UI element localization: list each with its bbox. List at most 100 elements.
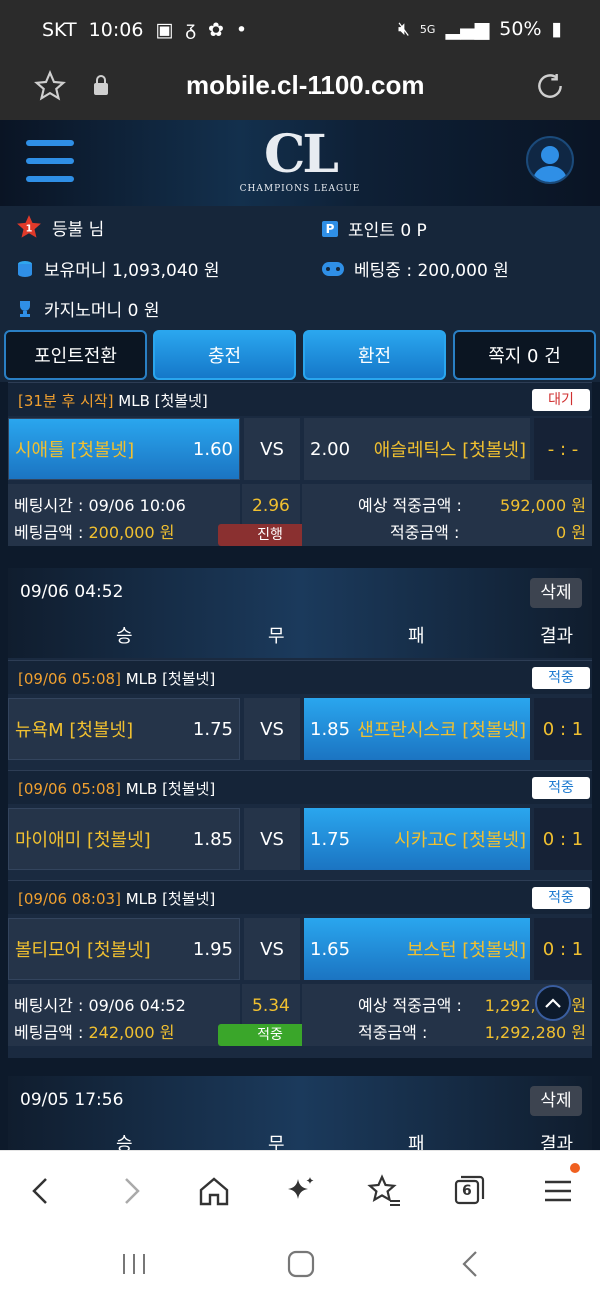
match-result: - : -	[534, 418, 592, 480]
money-balance: 보유머니 1,093,040 원	[44, 261, 220, 281]
logo-main: CL	[264, 124, 339, 185]
bet-amount-label: 베팅금액 :	[14, 523, 89, 542]
home-pick[interactable]: 시애틀 [첫볼넷] 1.60	[8, 418, 240, 480]
tabs-count: 6	[462, 1183, 472, 1199]
away-odds: 1.65	[310, 938, 351, 960]
match-result: 0 : 1	[534, 918, 592, 980]
logo-subtitle: CHAMPIONS LEAGUE	[239, 184, 361, 194]
match-league: MLB [첫볼넷]	[113, 392, 208, 410]
bet-time: 베팅시간 : 09/06 04:52	[14, 996, 186, 1015]
match-row: 볼티모어 [첫볼넷] 1.95 VS 1.65 보스턴 [첫볼넷] 0 : 1	[8, 918, 592, 980]
away-odds: 1.85	[310, 718, 351, 740]
total-odds: 5.34	[252, 996, 290, 1016]
status-badge: 적중	[532, 887, 590, 909]
profile-icon[interactable]	[526, 136, 574, 184]
home-pick[interactable]: 마이애미 [첫볼넷] 1.85	[8, 808, 240, 870]
away-pick[interactable]: 1.75 시카고C [첫볼넷]	[304, 808, 530, 870]
sparkle-icon[interactable]	[282, 1173, 318, 1209]
status-badge: 적중	[532, 667, 590, 689]
menu-icon[interactable]	[540, 1173, 576, 1209]
carrier: SKT	[42, 18, 77, 41]
away-pick[interactable]: 1.85 샌프란시스코 [첫볼넷]	[304, 698, 530, 760]
betting-in-progress: 베팅중 : 200,000 원	[354, 261, 509, 281]
bet-card: 09/05 17:56 삭제 승 무 패 결과	[8, 1076, 592, 1150]
home-odds: 1.60	[192, 438, 233, 460]
home-button-icon[interactable]	[286, 1250, 316, 1278]
home-pick[interactable]: 볼티모어 [첫볼넷] 1.95	[8, 918, 240, 980]
draw-pick[interactable]: VS	[244, 808, 300, 870]
gamepad-icon	[322, 261, 344, 276]
status-bar: SKT 10:06 ▣ ᵹ ✿ • 🔇︎ 5G ▂▄▆ 50% ▮	[0, 0, 600, 58]
casino-money: 카지노머니 0 원	[44, 301, 160, 321]
chevron-up-icon	[545, 998, 561, 1008]
expected-label: 예상 적중금액 :	[358, 496, 462, 515]
trophy-icon	[20, 300, 30, 317]
menu-icon[interactable]	[0, 120, 90, 206]
tab-point-convert[interactable]: 포인트전환	[4, 330, 147, 380]
draw-pick[interactable]: VS	[244, 418, 300, 480]
expected-amount: 592,000 원	[500, 496, 586, 515]
rank-number: 1	[26, 223, 33, 234]
back-button-icon[interactable]	[456, 1250, 486, 1278]
network-type: 5G	[419, 22, 436, 36]
away-pick[interactable]: 1.65 보스턴 [첫볼넷]	[304, 918, 530, 980]
bet-summary: 베팅시간 : 09/06 04:52 베팅금액 : 242,000 원 5.34…	[8, 984, 592, 1046]
tab-deposit[interactable]: 충전	[153, 330, 296, 380]
expected-label: 예상 적중금액 :	[358, 996, 462, 1015]
browser-toolbar: 6	[0, 1150, 600, 1228]
draw-pick[interactable]: VS	[244, 698, 300, 760]
away-team: 샌프란시스코 [첫볼넷]	[357, 720, 526, 741]
app-content: CL CHAMPIONS LEAGUE 1 등불 님 P 포인트 0 P 보유머…	[0, 120, 600, 1150]
won-label: 적중금액 :	[358, 1023, 428, 1042]
bet-card: 09/06 04:52 삭제 승 무 패 결과 [09/06 05:08] ML…	[8, 568, 592, 1058]
gallery-icon: ▣	[155, 18, 174, 41]
notification-icon: ᵹ	[185, 18, 196, 40]
match-row: 뉴욕M [첫볼넷] 1.75 VS 1.85 샌프란시스코 [첫볼넷] 0 : …	[8, 698, 592, 760]
match-league: MLB [첫볼넷]	[120, 780, 216, 798]
signal-icon: ▂▄▆	[445, 18, 490, 40]
star-icon[interactable]	[34, 70, 66, 102]
col-draw: 무	[268, 626, 285, 647]
bet-header: 09/05 17:56 삭제 승 무 패 결과	[8, 1076, 592, 1150]
tabs-button[interactable]: 6	[452, 1173, 486, 1207]
match-row: 마이애미 [첫볼넷] 1.85 VS 1.75 시카고C [첫볼넷] 0 : 1	[8, 808, 592, 870]
back-icon[interactable]	[24, 1173, 60, 1209]
away-team: 시카고C [첫볼넷]	[394, 830, 526, 851]
home-odds: 1.95	[192, 938, 233, 960]
col-lose: 패	[408, 1134, 425, 1150]
bet-header: 09/06 04:52 삭제 승 무 패 결과	[8, 568, 592, 658]
home-team: 마이애미 [첫볼넷]	[15, 830, 151, 851]
match-label: [09/06 05:08] MLB [첫볼넷] 적중	[8, 660, 592, 694]
url-text[interactable]: mobile.cl-1100.com	[186, 70, 424, 101]
site-header: CL CHAMPIONS LEAGUE	[0, 120, 600, 206]
match-league: MLB [첫볼넷]	[120, 670, 216, 688]
clock: 10:06	[88, 18, 144, 41]
draw-pick[interactable]: VS	[244, 918, 300, 980]
forward-icon[interactable]	[112, 1173, 148, 1209]
scroll-top-button[interactable]	[535, 985, 571, 1021]
delete-button[interactable]: 삭제	[530, 578, 582, 608]
bookmarks-icon[interactable]	[366, 1173, 402, 1209]
match-label: [09/06 05:08] MLB [첫볼넷] 적중	[8, 770, 592, 804]
bet-summary: 베팅시간 : 09/06 10:06 베팅금액 : 200,000 원 2.96…	[8, 484, 592, 546]
tab-withdraw[interactable]: 환전	[303, 330, 446, 380]
delete-button[interactable]: 삭제	[530, 1086, 582, 1116]
bet-date: 09/06 04:52	[20, 582, 124, 602]
recents-icon[interactable]	[118, 1250, 150, 1278]
status-badge: 적중	[532, 777, 590, 799]
won-amount: 0 원	[556, 523, 586, 542]
home-pick[interactable]: 뉴욕M [첫볼넷] 1.75	[8, 698, 240, 760]
match-label: [31분 후 시작] MLB [첫볼넷] 대기	[8, 382, 592, 416]
away-pick[interactable]: 2.00 애슬레틱스 [첫볼넷]	[304, 418, 530, 480]
tab-messages[interactable]: 쪽지 0 건	[453, 330, 596, 380]
total-odds: 2.96	[252, 496, 290, 516]
col-result: 결과	[540, 626, 574, 647]
match-label: [09/06 08:03] MLB [첫볼넷] 적중	[8, 880, 592, 914]
home-icon[interactable]	[196, 1173, 232, 1209]
match-row: 시애틀 [첫볼넷] 1.60 VS 2.00 애슬레틱스 [첫볼넷] - : -	[8, 418, 592, 480]
reload-icon[interactable]	[534, 70, 566, 102]
col-result: 결과	[540, 1134, 574, 1150]
site-logo[interactable]: CL CHAMPIONS LEAGUE	[238, 124, 362, 195]
match-league: MLB [첫볼넷]	[120, 890, 216, 908]
lock-icon	[94, 75, 108, 95]
